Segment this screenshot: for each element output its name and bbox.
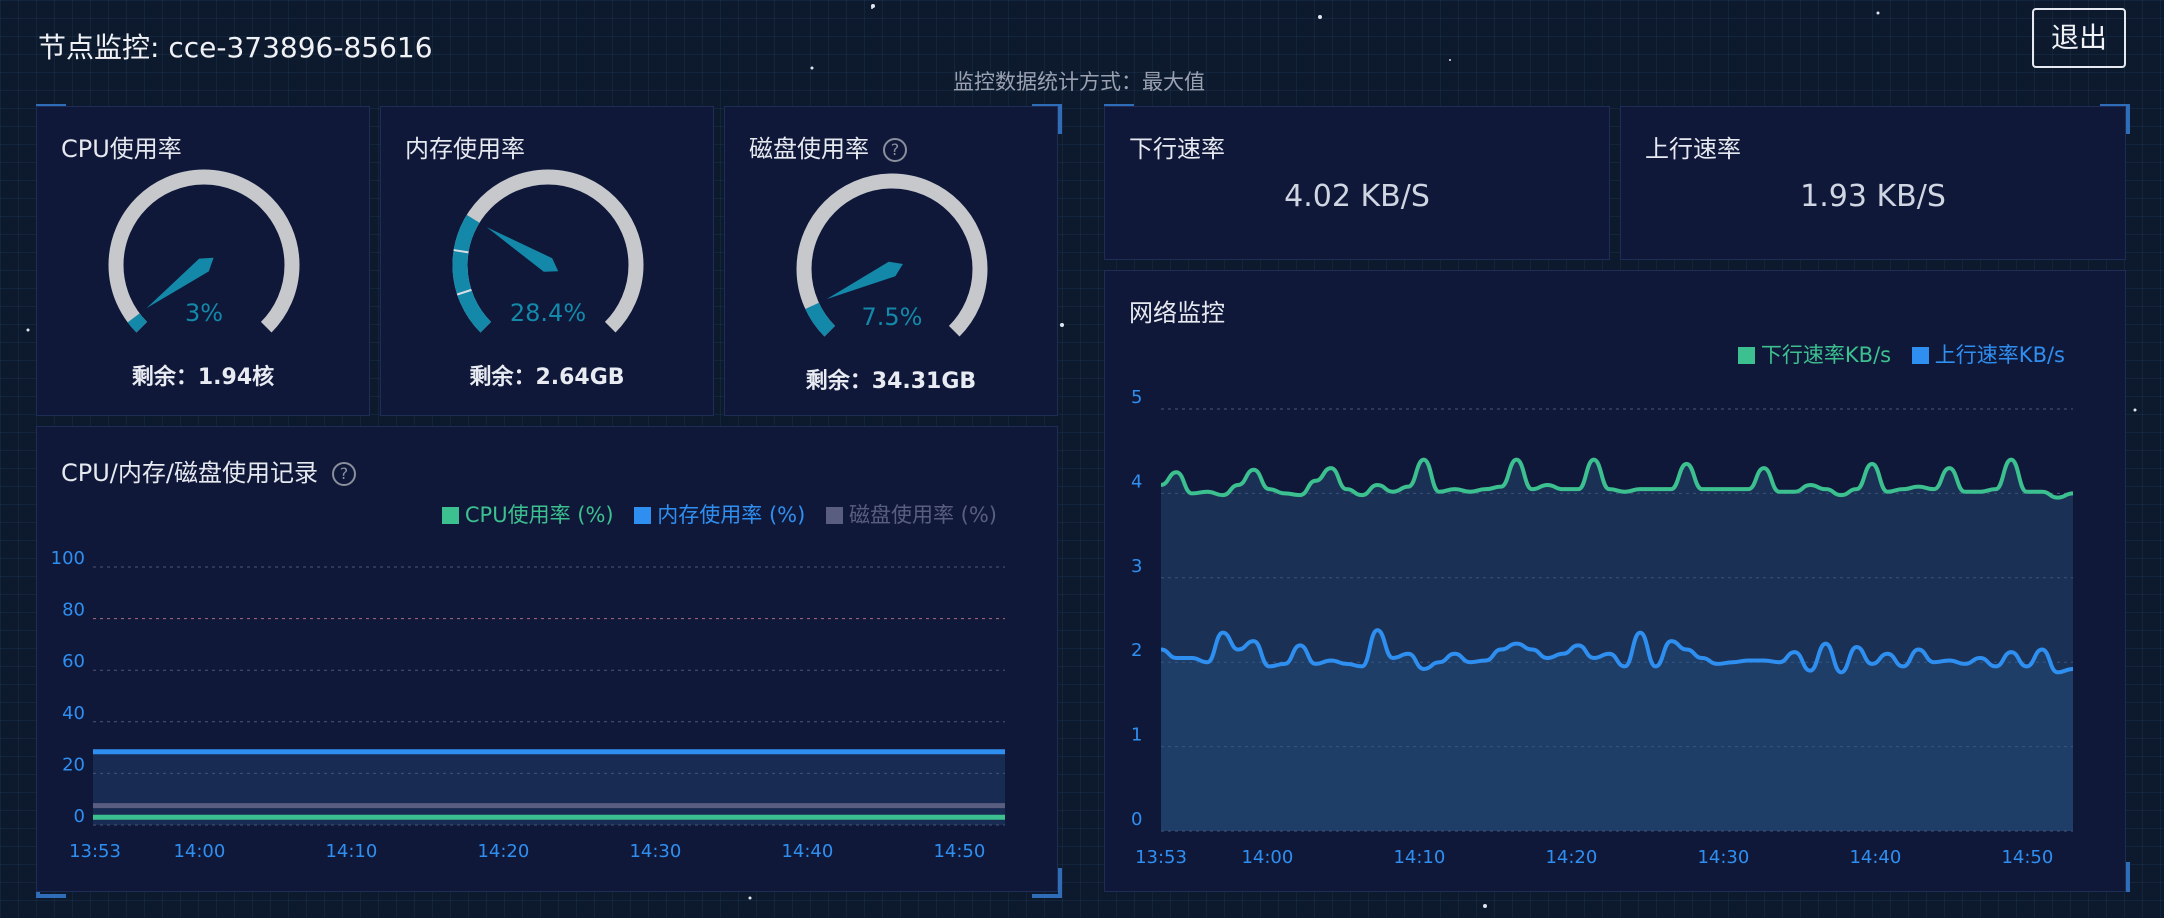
y-tick-label: 100 — [51, 548, 85, 569]
gauge-value: 3% — [185, 299, 223, 327]
gauge-fill — [127, 313, 148, 333]
gauge-value: 7.5% — [862, 303, 923, 331]
gauge-fill — [452, 214, 492, 333]
usage-history-panel: CPU/内存/磁盘使用记录? CPU使用率 (%) 内存使用率 (%) 磁盘使用… — [36, 426, 1058, 892]
y-tick-label: 20 — [62, 754, 85, 775]
exit-button[interactable]: 退出 — [2032, 8, 2126, 68]
x-tick-label: 14:10 — [325, 841, 377, 862]
memory-area — [93, 751, 1005, 825]
y-tick-label: 40 — [62, 703, 85, 724]
disk-usage-card: 磁盘使用率? 7.5% 剩余：34.31GB — [724, 106, 1058, 416]
x-tick-label: 14:00 — [173, 841, 225, 862]
help-icon[interactable]: ? — [883, 138, 907, 162]
x-tick-label: 14:30 — [1697, 847, 1749, 868]
y-tick-label: 0 — [74, 806, 85, 827]
upload-speed-card: 上行速率 1.93 KB/S — [1620, 106, 2126, 260]
y-tick-label: 60 — [62, 651, 85, 672]
y-tick-label: 0 — [1131, 809, 1142, 830]
x-tick-label: 14:40 — [1849, 847, 1901, 868]
x-tick-label: 14:20 — [1545, 847, 1597, 868]
cpu-gauge: 3% — [108, 169, 300, 333]
y-tick-label: 2 — [1131, 640, 1142, 661]
memory-usage-card: 内存使用率 28.4% 剩余：2.64GB — [380, 106, 714, 416]
y-tick-label: 5 — [1131, 387, 1142, 408]
gauge-title: 磁盘使用率 — [749, 135, 869, 163]
y-tick-label: 4 — [1131, 471, 1142, 492]
download-speed-value: 4.02 KB/S — [1284, 179, 1430, 214]
x-tick-label: 14:20 — [477, 841, 529, 862]
y-tick-label: 1 — [1131, 725, 1142, 746]
stat-method-label: 监控数据统计方式：最大值 — [953, 70, 1205, 94]
y-tick-label: 3 — [1131, 556, 1142, 577]
gauge-title: CPU使用率 — [61, 135, 182, 163]
usage-line-chart: 0 20 40 60 80 100 13:53 14:00 14:10 14:20 14:30 14:… — [51, 548, 1005, 862]
upload-speed-value: 1.93 KB/S — [1800, 179, 1946, 214]
gauge-title-row: 磁盘使用率? — [749, 129, 907, 164]
download-speed-title: 下行速率 — [1129, 135, 1225, 163]
gauge-needle — [486, 227, 559, 272]
page-title: 节点监控: cce-373896-85616 — [38, 31, 433, 64]
network-area-chart: 0 1 2 3 4 5 13:53 14:00 14:10 14:20 14:30 14:40 14:5… — [1131, 387, 2074, 868]
y-tick-label: 80 — [62, 600, 85, 621]
x-tick-label: 14:50 — [2001, 847, 2053, 868]
network-monitor-panel: 网络监控 下行速率KB/s 上行速率KB/s 0 1 2 3 4 5 13:53 14:00 1… — [1104, 270, 2126, 892]
x-tick-label: 14:00 — [1241, 847, 1293, 868]
x-tick-label: 14:50 — [933, 841, 985, 862]
x-tick-label: 14:40 — [781, 841, 833, 862]
download-speed-card: 下行速率 4.02 KB/S — [1104, 106, 1610, 260]
gauge-fill — [805, 302, 836, 337]
gauge-value: 28.4% — [510, 299, 586, 327]
gauge-remaining: 剩余：34.31GB — [805, 369, 977, 394]
upload-speed-title: 上行速率 — [1645, 135, 1741, 163]
x-tick-label: 13:53 — [1135, 847, 1187, 868]
disk-gauge: 7.5% — [796, 173, 988, 337]
cpu-usage-card: CPU使用率 3% 剩余：1.94核 — [36, 106, 370, 416]
x-tick-label: 14:10 — [1393, 847, 1445, 868]
x-tick-label: 13:53 — [69, 841, 121, 862]
gauge-remaining: 剩余：2.64GB — [469, 365, 625, 390]
memory-gauge: 28.4% — [452, 169, 644, 333]
x-tick-label: 14:30 — [629, 841, 681, 862]
gauge-title: 内存使用率 — [405, 135, 525, 163]
gauge-remaining: 剩余：1.94核 — [131, 365, 275, 390]
gauge-needle — [826, 261, 903, 300]
